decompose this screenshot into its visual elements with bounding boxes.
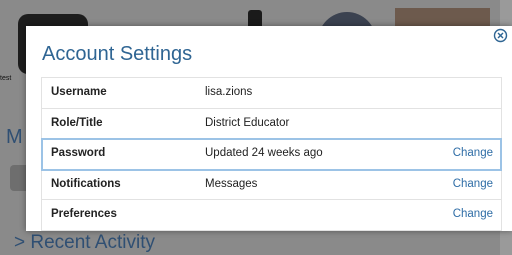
background-letter: M: [6, 126, 23, 148]
settings-row-password[interactable]: Password Updated 24 weeks ago Change: [41, 138, 502, 171]
row-label: Preferences: [51, 208, 117, 220]
close-icon[interactable]: [493, 28, 508, 43]
row-label: Role/Title: [51, 116, 103, 129]
settings-row-notifications: Notifications Messages Change: [42, 170, 501, 200]
change-password-link[interactable]: Change: [453, 147, 493, 159]
settings-row-username: Username lisa.zions: [42, 78, 501, 109]
background-snippet: test: [0, 75, 12, 82]
row-value: Updated 24 weeks ago: [205, 147, 323, 159]
change-preferences-link[interactable]: Change: [453, 208, 493, 220]
settings-table: Username lisa.zions Role/Title District …: [41, 77, 502, 231]
row-value: District Educator: [205, 116, 290, 129]
page: test M > Recent Activity Account Setting…: [0, 0, 512, 255]
row-value: lisa.zions: [205, 86, 253, 98]
change-notifications-link[interactable]: Change: [453, 178, 493, 190]
settings-row-role: Role/Title District Educator: [42, 109, 501, 139]
recent-activity-heading: > Recent Activity: [14, 232, 155, 253]
settings-row-preferences: Preferences Change: [42, 200, 501, 230]
row-label: Notifications: [51, 177, 121, 190]
row-label: Username: [51, 86, 107, 98]
row-label: Password: [51, 147, 106, 159]
row-value: Messages: [205, 177, 258, 190]
modal-title: Account Settings: [42, 43, 193, 65]
account-settings-modal: Account Settings Username lisa.zions Rol…: [26, 26, 512, 231]
